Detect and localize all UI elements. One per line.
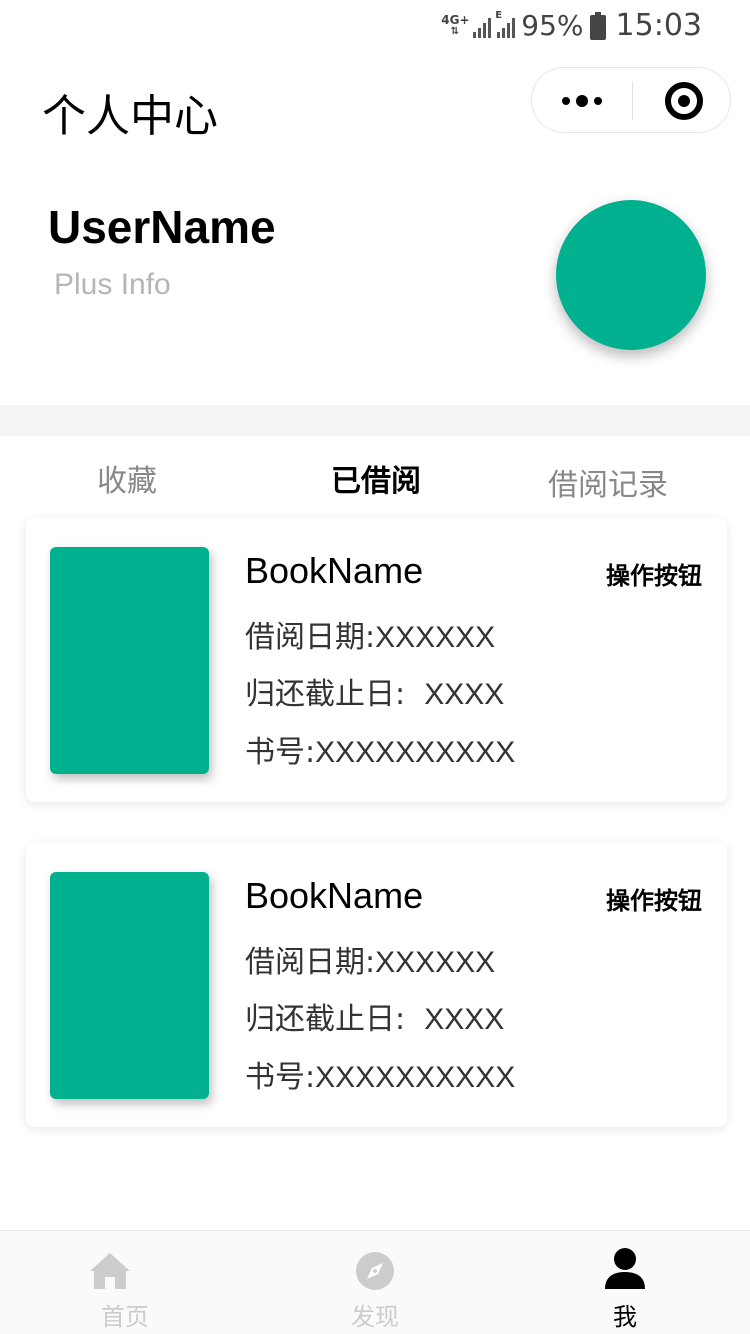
borrow-date-label: 借阅日期: [245,620,376,655]
book-cover [50,872,209,1099]
miniprogram-capsule [531,67,731,133]
borrow-date: 借阅日期:XXXXXX [245,612,495,656]
book-number-label: 书号: [245,735,316,770]
book-number: 书号:XXXXXXXXXX [245,1052,515,1096]
due-date: 归还截止日: XXXX [245,669,504,713]
username: UserName [48,201,276,253]
tab-bar-top: 收藏 已借阅 借阅记录 [0,436,750,516]
tabbar-label-home: 首页 [101,1303,149,1331]
close-target-icon[interactable] [665,82,703,120]
book-name: BookName [245,875,424,916]
tab-favorites[interactable]: 收藏 [97,456,157,500]
compass-icon [356,1252,394,1290]
section-divider [0,405,750,436]
signal-e-icon: E [495,10,516,38]
page-title: 个人中心 [42,91,218,142]
bottom-tab-bar: 首页 发现 我 [0,1230,750,1334]
due-date: 归还截止日: XXXX [245,994,504,1038]
tabbar-item-discover[interactable]: 发现 [250,1231,500,1334]
borrow-date-label: 借阅日期: [245,945,376,980]
borrow-date-value: XXXXXX [375,946,496,979]
battery-percent: 95% [521,9,584,42]
borrow-date-value: XXXXXX [375,621,496,654]
due-date-value: XXXX [424,1003,505,1036]
home-icon [90,1253,130,1289]
due-date-label: 归还截止日: [245,677,406,712]
book-card[interactable]: BookName 操作按钮 借阅日期:XXXXXX 归还截止日: XXXX 书号… [26,518,727,802]
book-number-label: 书号: [245,1060,316,1095]
borrow-date: 借阅日期:XXXXXX [245,937,495,981]
book-number-value: XXXXXXXXXX [315,736,516,769]
book-name: BookName [245,550,424,591]
tabbar-label-discover: 发现 [351,1303,399,1331]
book-cover [50,547,209,774]
battery-icon [589,11,606,40]
due-date-label: 归还截止日: [245,1002,406,1037]
network-4g-icon: 4G+ ⇅ [441,12,470,37]
network-e-label: E [495,9,503,21]
status-time: 15:03 [615,8,702,43]
capsule-divider [632,82,633,120]
tabbar-item-me[interactable]: 我 [500,1231,750,1334]
book-number-value: XXXXXXXXXX [315,1061,516,1094]
signal-icon [473,14,492,38]
action-button[interactable]: 操作按钮 [606,881,702,916]
tabbar-item-home[interactable]: 首页 [0,1231,250,1334]
tabbar-label-me: 我 [613,1303,637,1331]
book-number: 书号:XXXXXXXXXX [245,727,515,771]
book-card[interactable]: BookName 操作按钮 借阅日期:XXXXXX 归还截止日: XXXX 书号… [26,843,727,1127]
network-type-label: 4G+ [441,12,470,27]
due-date-value: XXXX [424,678,505,711]
action-button[interactable]: 操作按钮 [606,556,702,591]
status-indicators: 4G+ ⇅ E 95% 15:03 [441,8,702,43]
more-icon[interactable] [562,68,602,134]
avatar[interactable] [556,200,706,350]
status-bar: 4G+ ⇅ E 95% 15:03 [0,0,750,54]
plus-info: Plus Info [54,268,171,301]
person-icon [605,1248,645,1289]
tab-borrow-history[interactable]: 借阅记录 [548,460,668,504]
tab-borrowed[interactable]: 已借阅 [331,456,421,500]
